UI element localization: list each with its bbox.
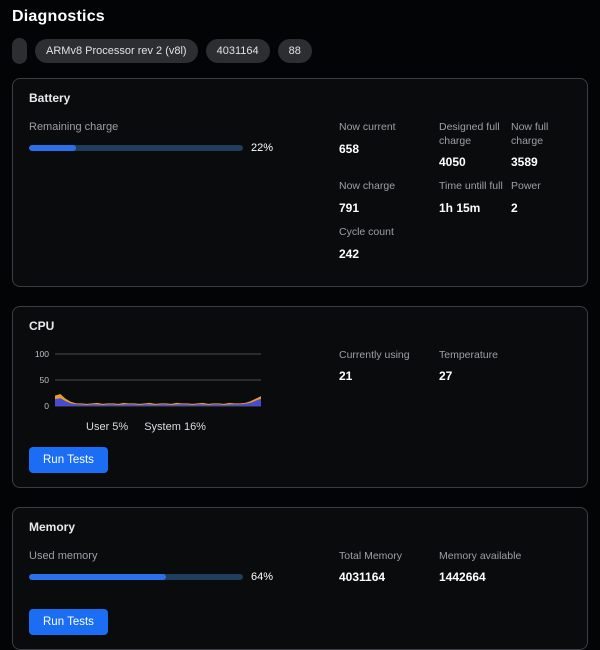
- svg-text:0: 0: [44, 401, 49, 411]
- stat-value: 4050: [439, 155, 507, 169]
- battery-card-title: Battery: [29, 91, 571, 105]
- memory-progress-fill: [29, 574, 166, 580]
- stat-value: 21: [339, 369, 435, 383]
- battery-stats-grid: Now current 658 Designed full charge 405…: [339, 121, 571, 272]
- stat-label: Currently using: [339, 349, 435, 363]
- battery-card: Battery Remaining charge 22% Now current…: [12, 78, 588, 287]
- stat-label: Temperature: [439, 349, 567, 363]
- stat-value: 2: [511, 201, 567, 215]
- cpu-stat-temperature: Temperature 27: [439, 349, 571, 384]
- battery-stat-power: Power 2: [511, 180, 571, 215]
- cpu-stat-currently-using: Currently using 21: [339, 349, 439, 384]
- stat-label: Memory available: [439, 550, 567, 564]
- memory-progressbar: [29, 574, 243, 580]
- legend-user: User 5%: [86, 421, 128, 433]
- memory-stat-total: Total Memory 4031164: [339, 550, 439, 585]
- battery-stat-now-current: Now current 658: [339, 121, 439, 169]
- battery-stat-designed-full-charge: Designed full charge 4050: [439, 121, 511, 169]
- cpu-card: CPU 100 50 0 User 5% System 16% Currently …: [12, 306, 588, 488]
- stat-value: 3589: [511, 155, 567, 169]
- device-chips: ARMv8 Processor rev 2 (v8l) 4031164 88: [12, 38, 588, 64]
- battery-stat-now-full-charge: Now full charge 3589: [511, 121, 571, 169]
- battery-progress-fill: [29, 145, 76, 151]
- svg-text:50: 50: [40, 375, 50, 385]
- cpu-usage-chart: 100 50 0: [29, 349, 263, 413]
- stat-value: 791: [339, 201, 435, 215]
- chip-processor: ARMv8 Processor rev 2 (v8l): [35, 39, 198, 63]
- stat-label: Time untill full: [439, 180, 507, 194]
- device-icon-chip: [12, 38, 27, 64]
- stat-label: Total Memory: [339, 550, 435, 564]
- stat-label: Now charge: [339, 180, 435, 194]
- battery-progressbar: [29, 145, 243, 151]
- stat-label: Now current: [339, 121, 435, 135]
- stat-label: Designed full charge: [439, 121, 507, 148]
- stat-label: Power: [511, 180, 567, 194]
- memory-stat-available: Memory available 1442664: [439, 550, 571, 585]
- stat-value: 4031164: [339, 570, 435, 584]
- battery-stat-now-charge: Now charge 791: [339, 180, 439, 215]
- chip-battery-level: 88: [278, 39, 312, 63]
- diagnostics-page: Diagnostics ARMv8 Processor rev 2 (v8l) …: [0, 0, 600, 650]
- svg-text:100: 100: [35, 349, 49, 359]
- legend-system: System 16%: [144, 421, 206, 433]
- memory-used-label: Used memory: [29, 550, 277, 562]
- battery-stat-cycle-count: Cycle count 242: [339, 226, 439, 261]
- cpu-run-tests-button[interactable]: Run Tests: [29, 447, 108, 473]
- battery-remaining-label: Remaining charge: [29, 121, 277, 133]
- stat-value: 658: [339, 142, 435, 156]
- stat-label: Now full charge: [511, 121, 567, 148]
- stat-value: 1442664: [439, 570, 567, 584]
- chip-memory-total: 4031164: [206, 39, 270, 63]
- memory-run-tests-button[interactable]: Run Tests: [29, 609, 108, 635]
- cpu-card-title: CPU: [29, 319, 571, 333]
- battery-percent-value: 22%: [251, 142, 277, 154]
- page-title: Diagnostics: [12, 8, 588, 26]
- cpu-stats-grid: Currently using 21 Temperature 27: [339, 349, 571, 395]
- memory-percent-value: 64%: [251, 571, 277, 583]
- cpu-chart-legend: User 5% System 16%: [29, 421, 263, 433]
- stat-value: 242: [339, 247, 435, 261]
- battery-stat-time-until-full: Time untill full 1h 15m: [439, 180, 511, 215]
- stat-label: Cycle count: [339, 226, 435, 240]
- memory-card: Memory Used memory 64% Total Memory 4031…: [12, 507, 588, 650]
- memory-card-title: Memory: [29, 520, 571, 534]
- memory-stats-grid: Total Memory 4031164 Memory available 14…: [339, 550, 571, 596]
- stat-value: 27: [439, 369, 567, 383]
- stat-value: 1h 15m: [439, 201, 507, 215]
